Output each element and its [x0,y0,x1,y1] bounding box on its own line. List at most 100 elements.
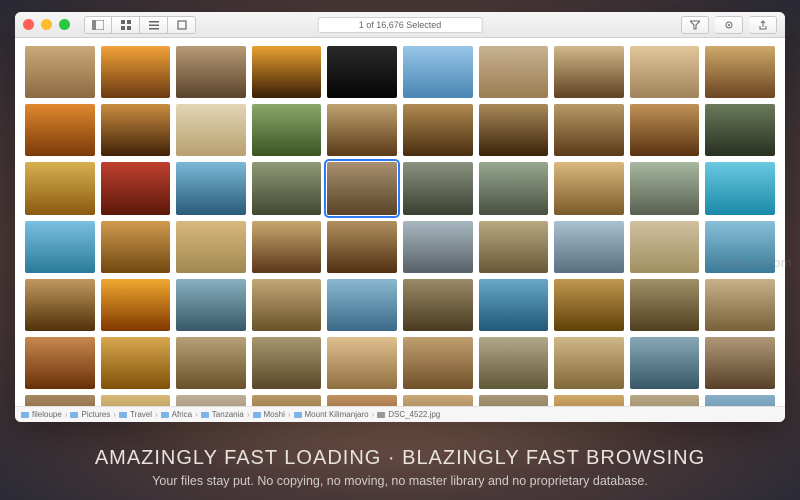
thumbnail[interactable] [479,46,549,98]
path-crumb-label: Tanzania [212,410,244,419]
thumbnail[interactable] [403,162,473,214]
thumbnail[interactable] [176,46,246,98]
thumbnail[interactable] [252,46,322,98]
thumbnail[interactable] [479,279,549,331]
thumbnail[interactable] [252,104,322,156]
filter-button[interactable] [681,16,709,34]
path-crumb-label: Pictures [81,410,110,419]
thumbnail[interactable] [25,104,95,156]
thumbnail[interactable] [630,104,700,156]
thumbnail[interactable] [705,104,775,156]
sidebar-toggle-button[interactable] [84,16,112,34]
folder-icon [294,412,302,418]
thumbnail[interactable] [630,337,700,389]
thumbnail[interactable] [705,337,775,389]
path-crumb[interactable]: Africa [161,410,192,419]
thumbnail[interactable] [176,221,246,273]
thumbnail[interactable] [705,46,775,98]
thumbnail[interactable] [25,395,95,406]
thumbnail[interactable] [101,162,171,214]
thumbnail[interactable] [252,279,322,331]
thumbnail[interactable] [327,162,397,214]
list-view-button[interactable] [140,16,168,34]
folder-icon [70,412,78,418]
thumbnail[interactable] [554,46,624,98]
minimize-button[interactable] [41,19,52,30]
thumbnail[interactable] [327,395,397,406]
thumbnail[interactable] [101,279,171,331]
thumbnail[interactable] [554,104,624,156]
thumbnail[interactable] [252,337,322,389]
thumbnail[interactable] [630,279,700,331]
thumbnail[interactable] [101,104,171,156]
thumbnail[interactable] [630,395,700,406]
thumbnail[interactable] [403,337,473,389]
thumbnail[interactable] [252,395,322,406]
thumbnail[interactable] [630,221,700,273]
thumbnail[interactable] [403,46,473,98]
thumbnail[interactable] [705,279,775,331]
path-separator: › [113,410,116,419]
thumbnail[interactable] [705,162,775,214]
thumbnail[interactable] [479,162,549,214]
thumbnail[interactable] [403,279,473,331]
thumbnail[interactable] [403,395,473,406]
thumbnail[interactable] [101,221,171,273]
path-separator: › [372,410,375,419]
thumbnail[interactable] [554,337,624,389]
thumbnail[interactable] [252,162,322,214]
single-view-button[interactable] [168,16,196,34]
thumbnail[interactable] [554,279,624,331]
share-button[interactable] [749,16,777,34]
path-crumb-label: Africa [172,410,192,419]
thumbnail[interactable] [327,221,397,273]
settings-button[interactable] [715,16,743,34]
thumbnail[interactable] [554,162,624,214]
thumbnail[interactable] [101,395,171,406]
thumbnail[interactable] [101,46,171,98]
thumbnail[interactable] [479,104,549,156]
thumbnail-grid-area [15,38,785,406]
thumbnail[interactable] [327,104,397,156]
path-crumb[interactable]: DSC_4522.jpg [377,410,440,419]
thumbnail[interactable] [479,221,549,273]
thumbnail[interactable] [25,337,95,389]
path-crumb[interactable]: Moshi [253,410,285,419]
grid-view-button[interactable] [112,16,140,34]
path-crumb[interactable]: fileloupe [21,410,62,419]
path-crumb[interactable]: Mount Kilimanjaro [294,410,369,419]
thumbnail[interactable] [176,395,246,406]
thumbnail[interactable] [327,46,397,98]
thumbnail[interactable] [403,104,473,156]
thumbnail[interactable] [176,162,246,214]
marketing-subline: Your files stay put. No copying, no movi… [0,474,800,488]
thumbnail[interactable] [25,279,95,331]
folder-icon [253,412,261,418]
path-crumb[interactable]: Tanzania [201,410,244,419]
thumbnail[interactable] [101,337,171,389]
thumbnail[interactable] [25,162,95,214]
thumbnail[interactable] [176,104,246,156]
thumbnail[interactable] [403,221,473,273]
thumbnail[interactable] [176,279,246,331]
thumbnail[interactable] [327,279,397,331]
path-crumb-label: Travel [130,410,152,419]
path-crumb[interactable]: Travel [119,410,152,419]
thumbnail[interactable] [630,46,700,98]
thumbnail[interactable] [554,395,624,406]
thumbnail[interactable] [554,221,624,273]
thumbnail[interactable] [327,337,397,389]
thumbnail[interactable] [630,162,700,214]
thumbnail[interactable] [25,46,95,98]
selection-status: 1 of 16,676 Selected [318,17,483,33]
close-button[interactable] [23,19,34,30]
path-crumb[interactable]: Pictures [70,410,110,419]
path-separator: › [155,410,158,419]
thumbnail[interactable] [25,221,95,273]
zoom-button[interactable] [59,19,70,30]
thumbnail[interactable] [252,221,322,273]
thumbnail[interactable] [176,337,246,389]
thumbnail[interactable] [479,337,549,389]
thumbnail[interactable] [705,395,775,406]
thumbnail[interactable] [479,395,549,406]
